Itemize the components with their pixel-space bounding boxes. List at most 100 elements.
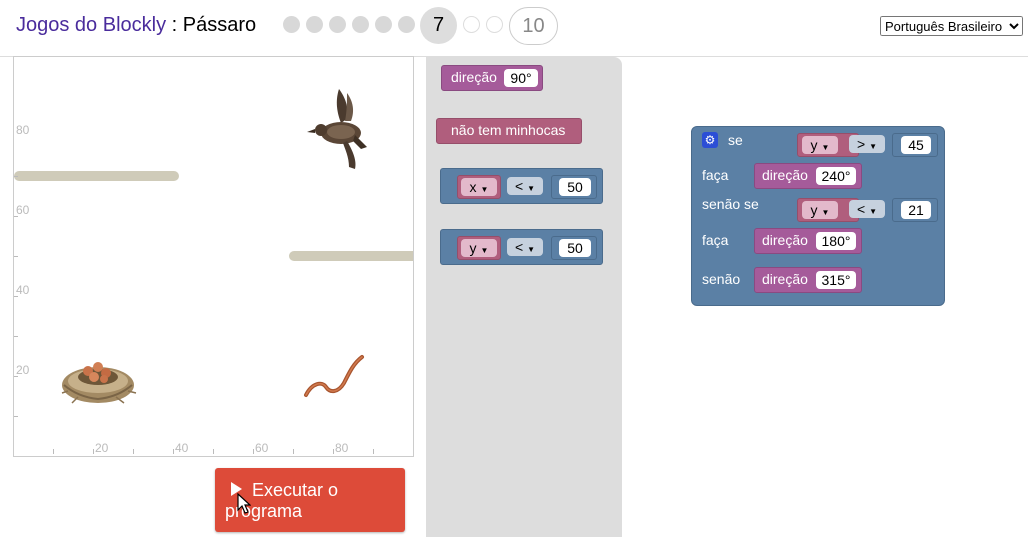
toolbox-no-worm-block[interactable]: não tem minhocas bbox=[436, 118, 582, 144]
heading1-angle-field[interactable]: 240° bbox=[816, 167, 856, 185]
dropdown-arrow-icon: ▼ bbox=[480, 185, 489, 194]
x-tick-label: 40 bbox=[175, 441, 189, 455]
nest-icon bbox=[61, 362, 137, 404]
x-tick-mark bbox=[93, 449, 94, 454]
y-tick-mark bbox=[14, 176, 18, 177]
page-title: Jogos do Blockly : Pássaro bbox=[16, 14, 256, 37]
if-label: se bbox=[728, 132, 743, 148]
blocks-workspace[interactable]: ⚙ se y ▼ > ▼ 45 faça direção 240° senão se… bbox=[622, 57, 1028, 537]
y-tick-mark bbox=[14, 376, 18, 377]
heading-block-3[interactable]: direção 315° bbox=[754, 267, 862, 293]
x-tick-label: 20 bbox=[95, 441, 109, 455]
toolbox-compare-x-block[interactable]: x ▼ < ▼ 50 bbox=[440, 168, 603, 204]
heading-angle-field[interactable]: 90° bbox=[504, 69, 538, 87]
wall-right bbox=[289, 251, 413, 261]
heading-block-1[interactable]: direção 240° bbox=[754, 163, 862, 189]
y-tick-mark bbox=[14, 416, 18, 417]
wall-left bbox=[14, 171, 179, 181]
x-tick-mark bbox=[253, 449, 254, 454]
x-sensor-block[interactable]: x ▼ bbox=[457, 175, 501, 199]
level-dot-3[interactable] bbox=[329, 16, 346, 33]
y-tick-label: 20 bbox=[16, 363, 30, 377]
y-number-block[interactable]: 50 bbox=[551, 236, 597, 260]
cond2-variable-value: y bbox=[810, 202, 818, 218]
x-tick-mark bbox=[293, 449, 294, 454]
current-level: 7 bbox=[420, 7, 457, 44]
title-separator: : bbox=[166, 14, 183, 36]
app-name-link[interactable]: Jogos do Blockly bbox=[16, 14, 166, 36]
level-dot-4[interactable] bbox=[352, 16, 369, 33]
cond2-value-field[interactable]: 21 bbox=[901, 201, 931, 219]
toolbox-compare-y-block[interactable]: y ▼ < ▼ 50 bbox=[440, 229, 603, 265]
no-worm-label: não tem minhocas bbox=[451, 122, 566, 138]
toolbox-heading-block[interactable]: direção 90° bbox=[441, 65, 543, 91]
heading-block-2[interactable]: direção 180° bbox=[754, 228, 862, 254]
dropdown-arrow-icon: ▼ bbox=[869, 207, 878, 216]
heading-block-label: direção bbox=[762, 167, 808, 183]
dropdown-arrow-icon: ▼ bbox=[821, 208, 830, 217]
y-tick-label: 40 bbox=[16, 283, 30, 297]
cond1-operator-value: > bbox=[856, 136, 866, 152]
level-dot-9[interactable] bbox=[486, 16, 503, 33]
y-tick-label: 80 bbox=[16, 123, 30, 137]
dropdown-arrow-icon: ▼ bbox=[527, 245, 536, 254]
game-name: Pássaro bbox=[182, 14, 257, 36]
mouse-cursor-icon bbox=[237, 493, 251, 514]
last-level[interactable]: 10 bbox=[509, 7, 558, 45]
cond2-variable-dropdown[interactable]: y ▼ bbox=[802, 201, 838, 219]
level-dot-8[interactable] bbox=[463, 16, 480, 33]
do-label-1: faça bbox=[702, 167, 729, 183]
dropdown-arrow-icon: ▼ bbox=[821, 143, 830, 152]
level-dot-6[interactable] bbox=[398, 16, 415, 33]
x-tick-label: 80 bbox=[335, 441, 349, 455]
x-variable-value: x bbox=[469, 179, 477, 195]
y-variable-dropdown[interactable]: y ▼ bbox=[461, 239, 497, 257]
x-value-field[interactable]: 50 bbox=[559, 178, 591, 196]
dropdown-arrow-icon: ▼ bbox=[480, 246, 489, 255]
header: Jogos do Blockly : Pássaro 7 10 Portuguê… bbox=[0, 0, 1028, 56]
level-dot-5[interactable] bbox=[375, 16, 392, 33]
x-tick-mark bbox=[133, 449, 134, 454]
y-tick-mark bbox=[14, 336, 18, 337]
cond1-operator-dropdown[interactable]: > ▼ bbox=[849, 135, 885, 153]
gear-icon[interactable]: ⚙ bbox=[702, 132, 718, 148]
y-tick-mark bbox=[14, 296, 18, 297]
x-tick-mark bbox=[373, 449, 374, 454]
heading-block-label: direção bbox=[451, 69, 497, 85]
cond2-number-block[interactable]: 21 bbox=[892, 198, 938, 222]
blocks-toolbox: direção 90° não tem minhocas x ▼ < ▼ 50 y ▼… bbox=[426, 57, 622, 537]
x-operator-dropdown[interactable]: < ▼ bbox=[507, 177, 543, 195]
level-dot-1[interactable] bbox=[283, 16, 300, 33]
heading2-angle-field[interactable]: 180° bbox=[816, 232, 856, 250]
bird-icon bbox=[307, 89, 367, 169]
cond1-number-block[interactable]: 45 bbox=[892, 133, 938, 157]
cond1-variable-dropdown[interactable]: y ▼ bbox=[802, 136, 838, 154]
cond2-operator-dropdown[interactable]: < ▼ bbox=[849, 200, 885, 218]
x-tick-mark bbox=[213, 449, 214, 454]
cond2-operator-value: < bbox=[856, 201, 866, 217]
heading3-angle-field[interactable]: 315° bbox=[816, 271, 856, 289]
y-sensor-block[interactable]: y ▼ bbox=[457, 236, 501, 260]
dropdown-arrow-icon: ▼ bbox=[527, 184, 536, 193]
cond1-value-field[interactable]: 45 bbox=[901, 136, 931, 154]
y-value-field[interactable]: 50 bbox=[559, 239, 591, 257]
x-number-block[interactable]: 50 bbox=[551, 175, 597, 199]
x-tick-mark bbox=[333, 449, 334, 454]
y-operator-value: < bbox=[514, 239, 524, 255]
x-variable-dropdown[interactable]: x ▼ bbox=[461, 178, 497, 196]
dropdown-arrow-icon: ▼ bbox=[869, 142, 878, 151]
language-select[interactable]: Português Brasileiro bbox=[880, 16, 1023, 36]
cond1-variable-value: y bbox=[810, 137, 818, 153]
x-tick-label: 60 bbox=[255, 441, 269, 455]
if-elseif-else-block[interactable]: ⚙ se y ▼ > ▼ 45 faça direção 240° senão se… bbox=[691, 126, 945, 306]
x-tick-mark bbox=[173, 449, 174, 454]
y-operator-dropdown[interactable]: < ▼ bbox=[507, 238, 543, 256]
level-dot-2[interactable] bbox=[306, 16, 323, 33]
y-tick-label: 60 bbox=[16, 203, 30, 217]
y-tick-mark bbox=[14, 216, 18, 217]
else-label: senão bbox=[702, 271, 741, 287]
game-canvas: 80 60 40 20 20 40 60 80 bbox=[13, 56, 414, 457]
y-tick-mark bbox=[14, 256, 18, 257]
do-label-2: faça bbox=[702, 232, 729, 248]
heading-block-label: direção bbox=[762, 232, 808, 248]
